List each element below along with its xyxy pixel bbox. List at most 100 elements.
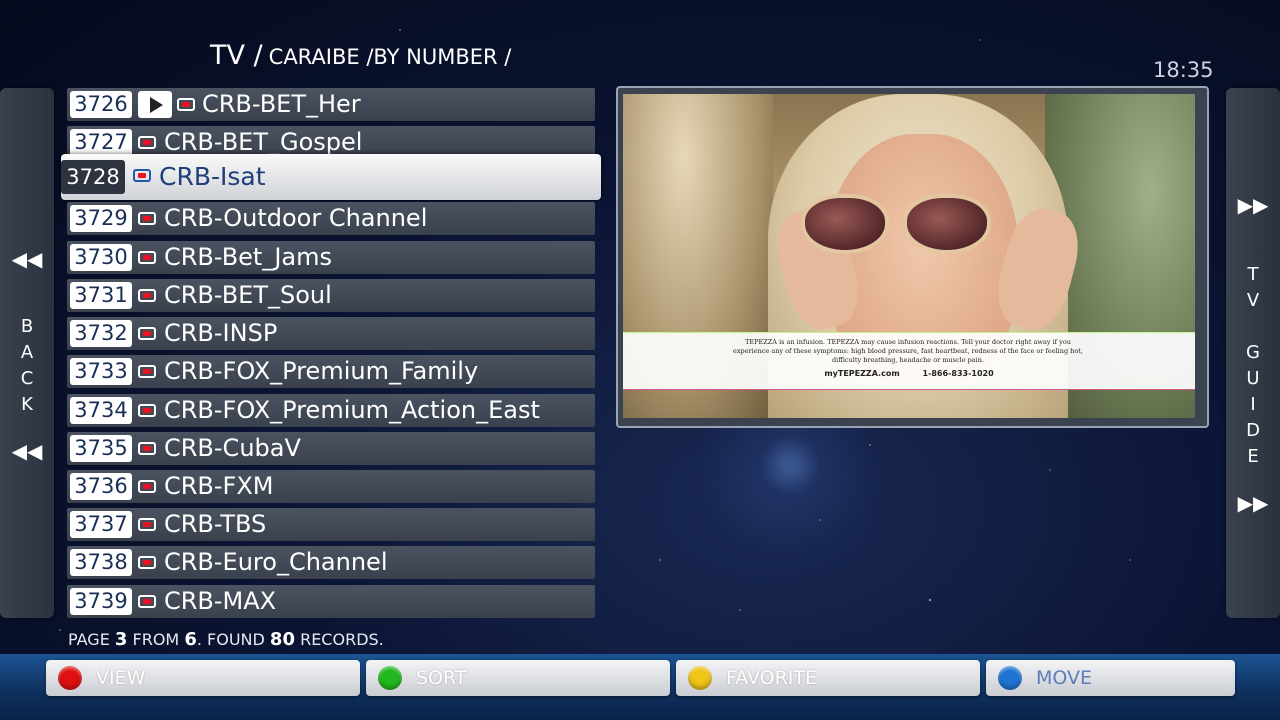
- tv-letter: V: [1246, 290, 1260, 311]
- sort-button[interactable]: SORT: [366, 660, 670, 696]
- channel-number: 3731: [70, 282, 132, 309]
- sunglasses-lens: [801, 194, 889, 254]
- channel-number: 3733: [70, 358, 132, 385]
- ad-caption-bar: TEPEZZA is an infusion. TEPEZZA may caus…: [623, 332, 1195, 390]
- back-letter: A: [20, 342, 34, 363]
- channel-number: 3738: [70, 549, 132, 576]
- channel-number: 3739: [70, 588, 132, 615]
- clock: 18:35: [1153, 58, 1214, 82]
- tv-channel-icon: [138, 442, 156, 455]
- blue-circle-icon: [998, 666, 1022, 690]
- favorite-button-label: FAVORITE: [726, 667, 818, 689]
- tv-channel-icon: [138, 251, 156, 264]
- rewind-icon: ◀◀: [11, 439, 43, 463]
- tv-channel-icon: [138, 595, 156, 608]
- channel-row[interactable]: 3730 CRB-Bet_Jams: [67, 241, 595, 274]
- channel-name: CRB-BET_Her: [202, 90, 361, 118]
- status-from-word: FROM: [132, 630, 180, 649]
- title-breadcrumb: CARAIBE /BY NUMBER /: [268, 45, 512, 69]
- channel-row[interactable]: 3734 CRB-FOX_Premium_Action_East: [67, 394, 595, 427]
- channel-number: 3734: [70, 397, 132, 424]
- green-circle-icon: [378, 666, 402, 690]
- channel-row-selected[interactable]: 3728 CRB-Isat: [61, 154, 601, 200]
- channel-row[interactable]: 3738 CRB-Euro_Channel: [67, 546, 595, 579]
- channel-name: CRB-FOX_Premium_Action_East: [164, 396, 540, 424]
- guide-letter: G: [1246, 342, 1260, 363]
- channel-name: CRB-BET_Soul: [164, 281, 332, 309]
- channel-number: 3728: [61, 160, 125, 194]
- channel-number: 3730: [70, 244, 132, 271]
- channel-name: CRB-Outdoor Channel: [164, 204, 428, 232]
- tv-guide-panel[interactable]: ▶▶ T V G U I D E ▶▶: [1226, 88, 1280, 618]
- tv-channel-icon: [138, 289, 156, 302]
- guide-letter: E: [1247, 446, 1259, 467]
- guide-letter: D: [1246, 420, 1260, 441]
- tv-channel-icon: [138, 404, 156, 417]
- channel-row[interactable]: 3729 CRB-Outdoor Channel: [67, 202, 595, 235]
- channel-number: 3732: [70, 320, 132, 347]
- channel-row[interactable]: 3732 CRB-INSP: [67, 317, 595, 350]
- channel-row[interactable]: 3726 CRB-BET_Her: [67, 88, 595, 121]
- page-title: TV / CARAIBE /BY NUMBER /: [210, 40, 511, 71]
- channel-name: CRB-MAX: [164, 587, 277, 615]
- channel-name: CRB-Euro_Channel: [164, 548, 388, 576]
- channel-name: CRB-FOX_Premium_Family: [164, 357, 479, 385]
- channel-row[interactable]: 3739 CRB-MAX: [67, 585, 595, 618]
- status-page-number: 3: [114, 629, 128, 650]
- channel-number: 3736: [70, 473, 132, 500]
- tv-channel-icon: [133, 169, 151, 182]
- channel-name: CRB-Bet_Jams: [164, 243, 333, 271]
- sunglasses-lens: [903, 194, 991, 254]
- tv-channel-icon: [138, 480, 156, 493]
- rewind-icon: ◀◀: [11, 247, 43, 271]
- channel-number: 3727: [70, 129, 132, 156]
- yellow-circle-icon: [688, 666, 712, 690]
- channel-row[interactable]: 3731 CRB-BET_Soul: [67, 279, 595, 312]
- status-found-word: . FOUND: [196, 630, 265, 649]
- tv-label: T V: [1226, 262, 1280, 314]
- channel-name: CRB-Isat: [159, 162, 266, 191]
- guide-label: G U I D E: [1226, 340, 1280, 470]
- channel-name: CRB-INSP: [164, 319, 278, 347]
- status-page-total: 6: [184, 629, 197, 650]
- video-frame: TEPEZZA is an infusion. TEPEZZA may caus…: [623, 94, 1195, 418]
- tv-letter: T: [1247, 264, 1259, 285]
- channel-name: CRB-FXM: [164, 472, 274, 500]
- sort-button-label: SORT: [416, 667, 467, 689]
- move-button[interactable]: MOVE: [986, 660, 1235, 696]
- video-preview[interactable]: TEPEZZA is an infusion. TEPEZZA may caus…: [616, 86, 1209, 428]
- back-panel[interactable]: ◀◀ B A C K ◀◀: [0, 88, 54, 618]
- channel-number: 3737: [70, 511, 132, 538]
- tv-channel-icon: [138, 212, 156, 225]
- channel-row[interactable]: 3735 CRB-CubaV: [67, 432, 595, 465]
- move-button-label: MOVE: [1036, 667, 1093, 689]
- back-letter: K: [21, 394, 33, 415]
- guide-letter: U: [1246, 368, 1260, 389]
- tv-channel-icon: [138, 136, 156, 149]
- guide-letter: I: [1250, 394, 1256, 415]
- channel-row[interactable]: 3736 CRB-FXM: [67, 470, 595, 503]
- tv-channel-icon: [138, 556, 156, 569]
- view-button[interactable]: VIEW: [46, 660, 360, 696]
- tv-channel-icon: [138, 518, 156, 531]
- channel-row[interactable]: 3733 CRB-FOX_Premium_Family: [67, 355, 595, 388]
- play-icon: [138, 91, 172, 118]
- ad-caption-site: myTEPEZZA.com: [824, 369, 900, 378]
- ad-caption-phone: 1-866-833-1020: [922, 369, 994, 378]
- channel-row[interactable]: 3737 CRB-TBS: [67, 508, 595, 541]
- favorite-button[interactable]: FAVORITE: [676, 660, 980, 696]
- tv-channel-icon: [138, 327, 156, 340]
- status-page-word: PAGE: [68, 630, 110, 649]
- fast-forward-icon: ▶▶: [1237, 193, 1269, 217]
- channel-number: 3726: [70, 91, 132, 118]
- back-letter: C: [20, 368, 34, 389]
- channel-name: CRB-CubaV: [164, 434, 301, 462]
- tv-channel-icon: [138, 365, 156, 378]
- channel-number: 3729: [70, 205, 132, 232]
- ad-caption-text: TEPEZZA is an infusion. TEPEZZA may caus…: [733, 338, 1083, 364]
- title-main: TV /: [210, 40, 263, 71]
- tv-channel-icon: [177, 98, 195, 111]
- channel-number: 3735: [70, 435, 132, 462]
- channel-name: CRB-TBS: [164, 510, 267, 538]
- page-status: PAGE 3 FROM 6. FOUND 80 RECORDS.: [68, 629, 384, 650]
